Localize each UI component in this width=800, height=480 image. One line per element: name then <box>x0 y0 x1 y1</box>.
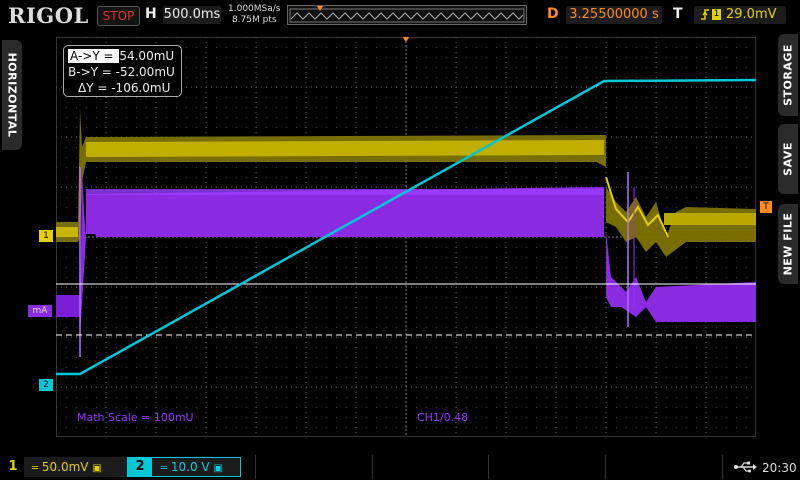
bandwidth-icon: ▣ <box>213 463 223 474</box>
divider <box>255 455 256 479</box>
ch1-label: 1 <box>2 457 24 477</box>
save-label: SAVE <box>781 142 795 176</box>
storage-menu-tab[interactable]: STORAGE <box>778 34 798 116</box>
rising-edge-icon <box>700 6 710 30</box>
dc-coupling-icon: ═ <box>32 463 39 474</box>
trigger-level-marker[interactable]: T <box>760 201 772 213</box>
brand-logo: RIGOL <box>8 3 89 28</box>
clock: 20:30 <box>762 461 797 475</box>
divider <box>722 455 723 479</box>
right-side-panel: STORAGE SAVE NEW FILE <box>778 32 800 452</box>
dc-coupling-icon: ═ <box>161 463 168 474</box>
trigger-source: 1 <box>712 9 721 20</box>
waveform-display[interactable] <box>56 37 756 437</box>
math-offset-marker[interactable]: mA <box>28 305 52 317</box>
horizontal-menu-tab[interactable]: HORIZONTAL <box>2 40 22 150</box>
memory-overview-bar[interactable] <box>287 5 527 25</box>
new-file-button[interactable]: NEW FILE <box>778 204 798 284</box>
bottom-channel-bar: 1 ═ 50.0mV ▣ 2 ═ 10.0 V ▣ 20:30 <box>0 452 800 480</box>
top-status-bar: RIGOL STOP H 500.0ms 1.000MSa/s 8.75M pt… <box>0 0 800 32</box>
divider <box>605 455 606 479</box>
cursor-a-readout: A->Y = 54.00mU <box>68 49 174 63</box>
divider <box>488 455 489 479</box>
cursor-a-label: A->Y = <box>68 49 120 63</box>
delay-value[interactable]: 3.25500000 s <box>566 6 662 24</box>
save-button[interactable]: SAVE <box>778 124 798 194</box>
usb-icon <box>734 461 757 473</box>
cursor-readout: A->Y = 54.00mU B->Y = -52.00mU ΔY = -106… <box>63 45 182 97</box>
ch1-settings[interactable]: 1 ═ 50.0mV ▣ <box>2 457 130 477</box>
math-expression: CH1/0.48 <box>417 411 469 424</box>
ch1-offset-marker[interactable]: 1 <box>39 230 53 242</box>
ch1-scale: ═ 50.0mV ▣ <box>32 460 102 474</box>
run-stop-status[interactable]: STOP <box>97 6 140 26</box>
left-side-panel: HORIZONTAL <box>0 32 22 452</box>
storage-tab-label: STORAGE <box>781 44 795 106</box>
divider <box>372 455 373 479</box>
horizontal-label: H <box>145 6 157 22</box>
horizontal-tab-label: HORIZONTAL <box>5 52 19 138</box>
trigger-label: T <box>673 6 683 22</box>
new-file-label: NEW FILE <box>781 212 795 276</box>
ch2-label: 2 <box>128 458 152 476</box>
memory-depth: 8.75M pts <box>231 15 277 25</box>
ch2-offset-marker[interactable]: 2 <box>39 379 53 391</box>
cursor-delta-readout: ΔY = -106.0mU <box>78 81 171 95</box>
trigger-settings[interactable]: 1 29.0mV <box>694 6 786 24</box>
cursor-b-readout: B->Y = -52.00mU <box>68 65 175 79</box>
timebase-value[interactable]: 500.0ms <box>163 6 221 24</box>
ch2-scale: ═ 10.0 V ▣ <box>161 460 223 474</box>
delay-label: D <box>547 6 559 22</box>
sample-info: 1.000MSa/s 8.75M pts <box>228 4 280 26</box>
bandwidth-icon: ▣ <box>92 463 102 474</box>
cursor-a-value: 54.00mU <box>119 49 175 63</box>
ch2-settings[interactable]: 2 ═ 10.0 V ▣ <box>127 457 241 477</box>
trigger-level: 29.0mV <box>726 7 777 22</box>
sample-rate: 1.000MSa/s <box>228 4 281 14</box>
math-scale-label: Math Scale = 100mU <box>77 411 194 424</box>
